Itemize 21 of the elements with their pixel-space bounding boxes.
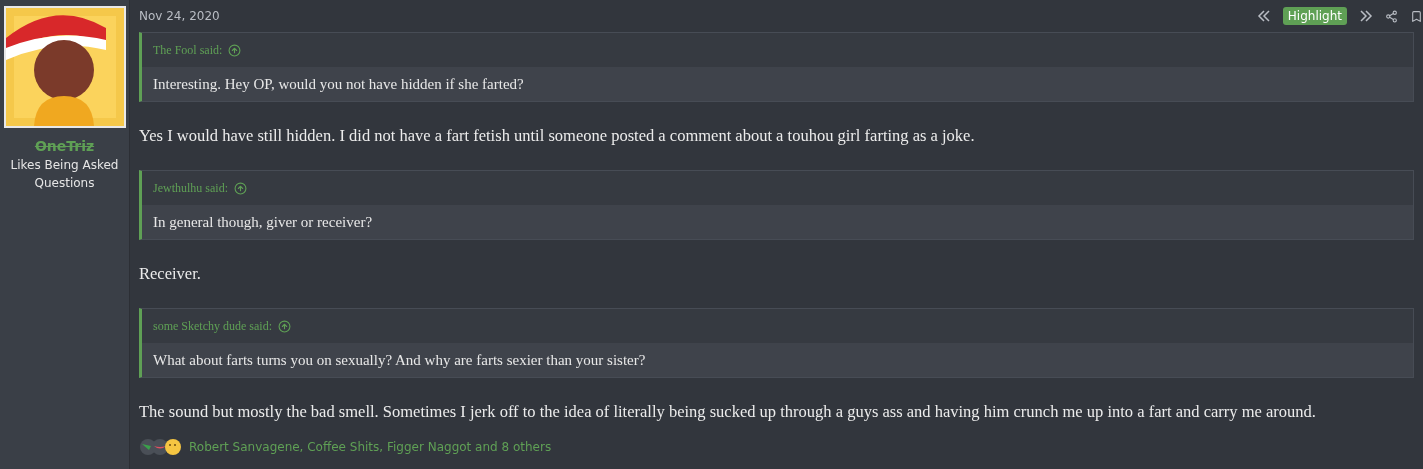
reactions-link[interactable]: Robert Sanvagene, Coffee Shits, Figger Naggot and 8 others xyxy=(189,440,552,454)
quote-author[interactable]: Jewthulhu said: xyxy=(153,180,228,196)
quote-text: Interesting. Hey OP, would you not have hidden if she farted? xyxy=(142,67,1413,101)
quote-text: What about farts turns you on sexually? And why are farts sexier than your sister? xyxy=(142,343,1413,377)
arrow-up-icon[interactable] xyxy=(234,181,247,195)
arrow-up-icon[interactable] xyxy=(228,43,242,57)
post-text: The sound but mostly the bad smell. Sometimes I jerk off to the idea of literally being sucked up through a guys ass and having him crunch me up into a fart and carry me around. xyxy=(139,401,1317,423)
post-text: Yes I would have still hidden. I did not have a fart fetish until someone posted a comment about a touhou girl farting as a joke. xyxy=(139,125,976,147)
quote-text: In general though, giver or receiver? xyxy=(142,205,1413,239)
post-text: Receiver. xyxy=(139,263,202,285)
bookmark-icon[interactable] xyxy=(1410,9,1423,23)
user-title: Likes Being Asked Questions xyxy=(9,157,120,192)
username[interactable]: OneTriz xyxy=(34,138,95,154)
quote-author[interactable]: some Sketchy dude said: xyxy=(153,318,272,334)
highlight-button[interactable]: Highlight xyxy=(1282,7,1347,25)
arrow-up-icon[interactable] xyxy=(278,319,291,333)
share-icon[interactable] xyxy=(1385,9,1398,23)
quote-author[interactable]: The Fool said: xyxy=(153,42,223,58)
rewind-icon[interactable] xyxy=(1256,10,1271,22)
post-date[interactable]: Nov 24, 2020 xyxy=(139,9,220,23)
fast-forward-icon[interactable] xyxy=(1359,10,1373,22)
